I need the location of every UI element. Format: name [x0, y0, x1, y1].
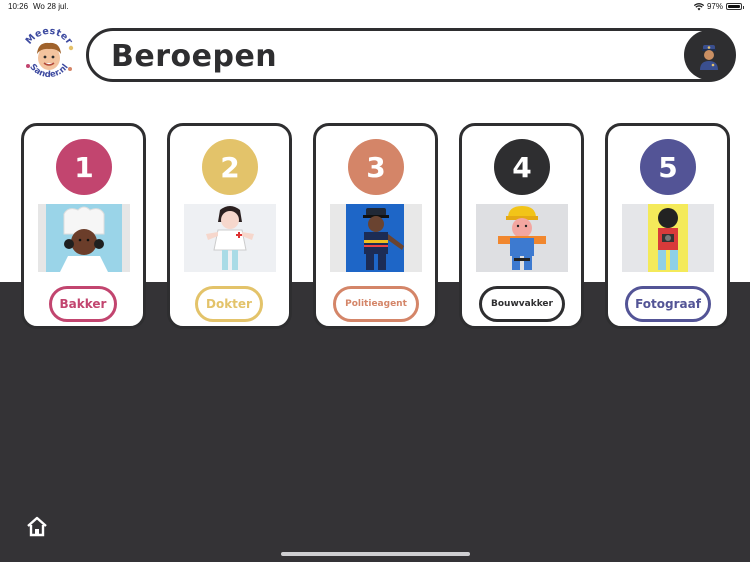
card-label-button[interactable]: Dokter	[195, 286, 263, 322]
home-icon[interactable]	[26, 515, 48, 537]
title-bar: Beroepen	[86, 28, 736, 82]
status-date: Wo 28 jul.	[33, 2, 69, 11]
wifi-icon	[693, 2, 704, 10]
card-label-button[interactable]: Bakker	[49, 286, 117, 322]
card-label-button[interactable]: Bouwvakker	[479, 286, 565, 322]
card-dokter[interactable]: 2 Dokter	[167, 123, 292, 329]
home-indicator[interactable]	[281, 552, 470, 556]
card-number-badge: 3	[348, 139, 404, 195]
police-officer-icon	[700, 45, 718, 70]
avatar-button[interactable]	[684, 30, 734, 80]
status-indicators: 97%	[693, 2, 744, 11]
card-number-badge: 5	[640, 139, 696, 195]
status-bar: 10:26 Wo 28 jul. 97%	[0, 0, 750, 14]
baker-craft-image	[38, 204, 130, 272]
card-politieagent[interactable]: 3 Politieagent	[313, 123, 438, 329]
card-number-badge: 1	[56, 139, 112, 195]
meestersander-logo[interactable]: Meester Sander.nl	[19, 26, 79, 86]
battery-percent: 97%	[706, 2, 723, 11]
police-craft-image	[330, 204, 422, 272]
status-time: 10:26	[8, 2, 29, 11]
card-number-badge: 4	[494, 139, 550, 195]
card-number-badge: 2	[202, 139, 258, 195]
doctor-craft-image	[184, 204, 276, 272]
battery-icon	[726, 3, 744, 10]
card-label-button[interactable]: Fotograaf	[625, 286, 711, 322]
builder-craft-image	[476, 204, 568, 272]
card-fotograaf[interactable]: 5 Fotograaf	[605, 123, 730, 329]
card-label-button[interactable]: Politieagent	[333, 286, 419, 322]
card-bouwvakker[interactable]: 4 Bouwvakker	[459, 123, 584, 329]
photographer-craft-image	[622, 204, 714, 272]
card-bakker[interactable]: 1 Bakker	[21, 123, 146, 329]
page-title: Beroepen	[111, 39, 278, 74]
